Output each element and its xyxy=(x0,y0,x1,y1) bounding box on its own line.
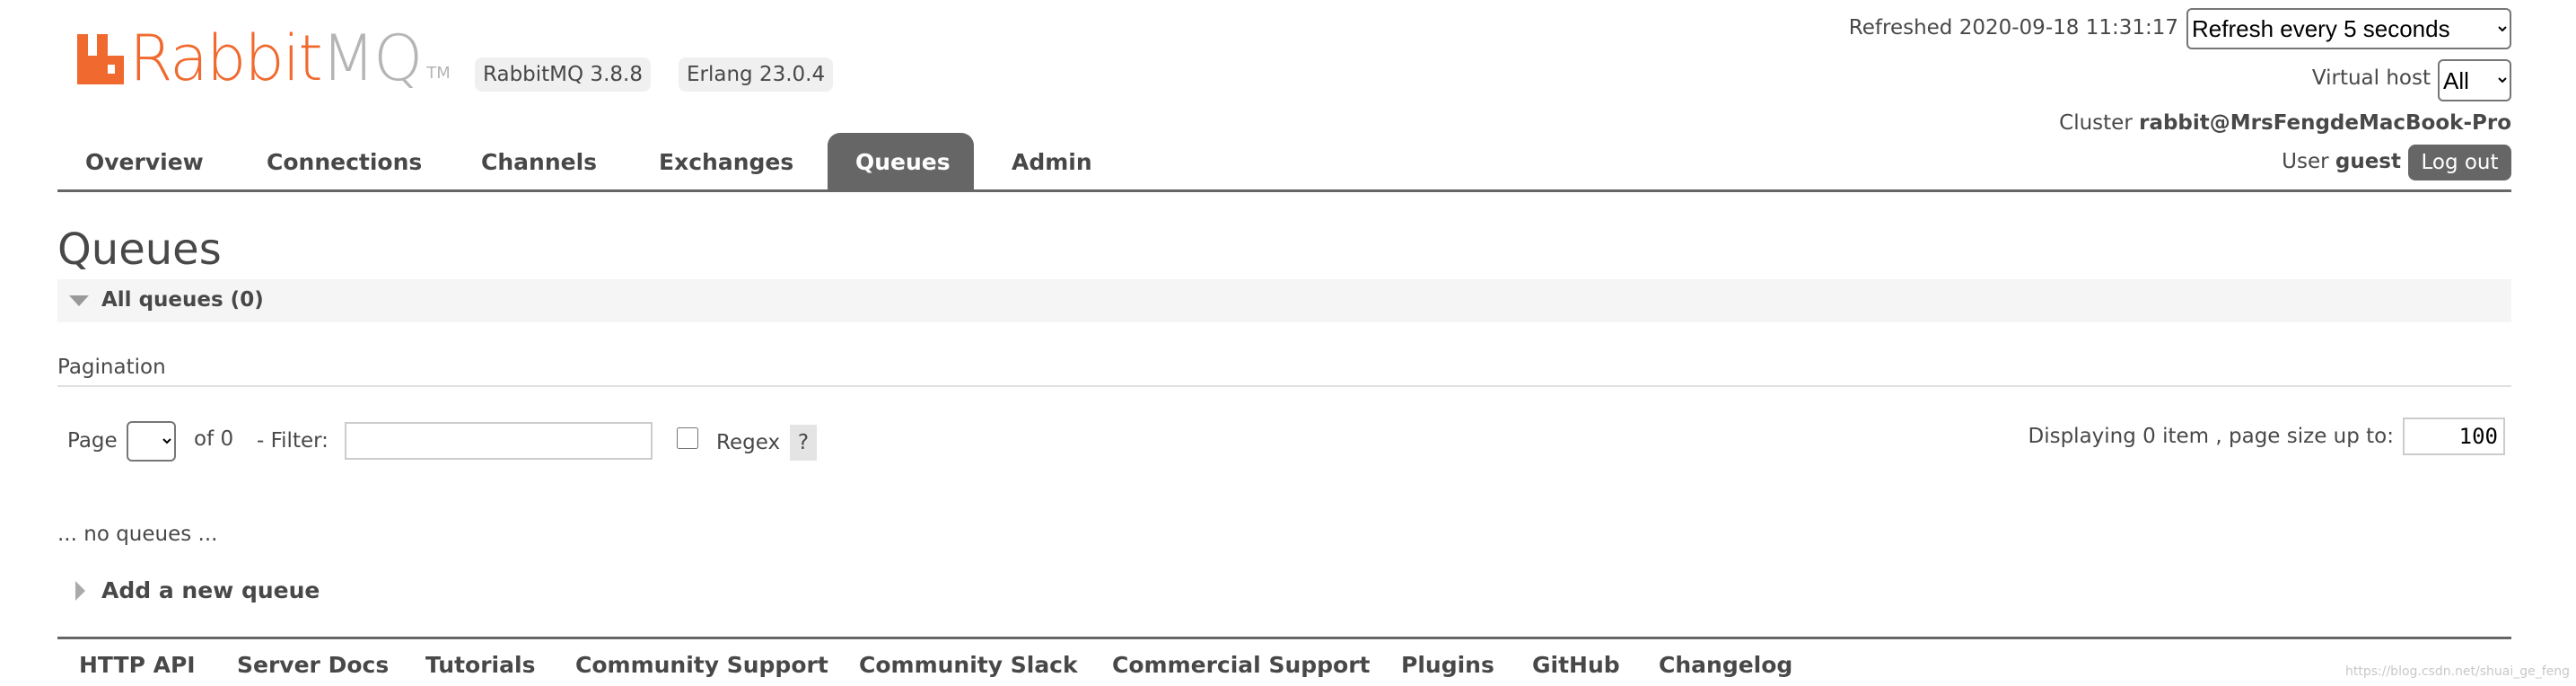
displaying-info: Displaying 0 item , page size up to: xyxy=(2028,425,2395,448)
no-queues-message: ... no queues ... xyxy=(57,523,218,546)
footer-link-http-api[interactable]: HTTP API xyxy=(79,652,196,678)
page-select[interactable] xyxy=(127,421,176,462)
add-queue-label: Add a new queue xyxy=(101,577,320,603)
pagination-label: Pagination xyxy=(57,356,166,379)
footer-divider xyxy=(57,637,2511,639)
page-size-input[interactable] xyxy=(2403,418,2505,455)
cluster-info: Cluster rabbit@MrsFengdeMacBook-Pro xyxy=(2059,111,2511,135)
all-queues-section-header[interactable]: All queues (0) xyxy=(57,279,2511,322)
tab-channels[interactable]: Channels xyxy=(453,133,625,189)
logo-text-mq: MQ xyxy=(320,22,423,95)
logout-button[interactable]: Log out xyxy=(2408,145,2511,180)
footer-link-community-support[interactable]: Community Support xyxy=(575,652,828,678)
page-label: Page xyxy=(67,429,118,453)
regex-checkbox[interactable] xyxy=(677,427,698,449)
version-badge: RabbitMQ 3.8.8 xyxy=(475,57,651,92)
cluster-label: Cluster xyxy=(2059,111,2133,135)
regex-help-button[interactable]: ? xyxy=(790,425,817,461)
collapse-triangle-icon xyxy=(69,295,89,306)
footer-link-community-slack[interactable]: Community Slack xyxy=(859,652,1078,678)
section-title: All queues (0) xyxy=(101,288,264,312)
rabbitmq-logo[interactable]: Rabbit MQ TM xyxy=(77,22,451,95)
footer-link-tutorials[interactable]: Tutorials xyxy=(425,652,535,678)
expand-triangle-icon xyxy=(75,581,85,601)
page-title: Queues xyxy=(57,224,222,275)
virtual-host-label: Virtual host xyxy=(2311,66,2431,90)
logo-tm: TM xyxy=(426,64,451,83)
rabbit-logo-icon xyxy=(77,34,124,84)
filter-label: - Filter: xyxy=(257,429,329,453)
filter-input[interactable] xyxy=(345,422,653,460)
erlang-badge: Erlang 23.0.4 xyxy=(679,57,834,92)
watermark: https://blog.csdn.net/shuai_ge_feng xyxy=(2345,664,2571,679)
footer-link-github[interactable]: GitHub xyxy=(1532,652,1620,678)
virtual-host-select[interactable]: All xyxy=(2438,59,2511,101)
tab-overview[interactable]: Overview xyxy=(57,133,232,189)
of-pages: of 0 xyxy=(194,427,234,451)
tab-exchanges[interactable]: Exchanges xyxy=(631,133,821,189)
refreshed-timestamp: Refreshed 2020-09-18 11:31:17 xyxy=(1848,16,2178,40)
pagination-divider xyxy=(57,385,2511,387)
tab-admin[interactable]: Admin xyxy=(984,133,1120,189)
regex-label[interactable]: Regex xyxy=(716,431,780,454)
footer-link-plugins[interactable]: Plugins xyxy=(1401,652,1494,678)
footer-link-commercial-support[interactable]: Commercial Support xyxy=(1112,652,1371,678)
cluster-name: rabbit@MrsFengdeMacBook-Pro xyxy=(2139,111,2511,135)
footer-link-changelog[interactable]: Changelog xyxy=(1659,652,1792,678)
nav-divider xyxy=(57,189,2511,192)
tab-queues[interactable]: Queues xyxy=(828,133,974,189)
refresh-interval-select[interactable]: Refresh every 5 seconds xyxy=(2186,8,2511,49)
logo-text-rabbit: Rabbit xyxy=(129,22,323,95)
tab-connections[interactable]: Connections xyxy=(239,133,450,189)
user-info: User guest xyxy=(2282,150,2401,173)
user-name: guest xyxy=(2335,150,2401,173)
footer-link-server-docs[interactable]: Server Docs xyxy=(237,652,389,678)
user-label: User xyxy=(2282,150,2329,173)
